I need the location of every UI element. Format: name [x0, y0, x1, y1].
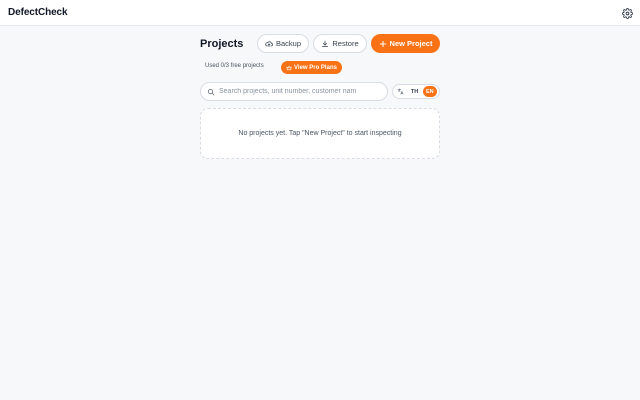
language-icon-wrap — [395, 86, 406, 97]
page-title: Projects — [200, 38, 244, 50]
new-project-button[interactable]: New Project — [371, 34, 440, 53]
cloud-upload-icon — [265, 40, 273, 47]
plus-icon — [379, 40, 386, 47]
restore-button[interactable]: Restore — [313, 34, 367, 53]
crown-icon — [286, 65, 292, 70]
view-pro-plans-button[interactable]: View Pro Plans — [281, 61, 342, 74]
language-option-th[interactable]: TH — [407, 86, 421, 97]
search-icon — [207, 88, 215, 95]
translate-icon — [397, 88, 404, 95]
gear-icon — [621, 7, 633, 19]
restore-button-label: Restore — [332, 39, 359, 48]
settings-button[interactable] — [620, 6, 634, 20]
language-option-en[interactable]: EN — [422, 86, 437, 97]
search-box[interactable] — [200, 82, 388, 101]
view-pro-plans-label: View Pro Plans — [294, 64, 337, 71]
download-icon — [322, 40, 329, 47]
empty-state-message: No projects yet. Tap "New Project" to st… — [238, 130, 402, 137]
new-project-button-label: New Project — [389, 39, 433, 48]
search-input[interactable] — [219, 88, 385, 95]
usage-row: Used 0/3 free projects View Pro Plans — [200, 61, 440, 74]
projects-panel: Projects Backup Restore New Project Used… — [200, 34, 440, 159]
language-toggle[interactable]: TH EN — [392, 84, 440, 99]
search-row: TH EN — [200, 82, 440, 101]
usage-text: Used 0/3 free projects — [205, 63, 264, 69]
projects-header: Projects Backup Restore New Project — [200, 34, 440, 53]
empty-state-card: No projects yet. Tap "New Project" to st… — [200, 108, 440, 159]
backup-button[interactable]: Backup — [257, 34, 309, 53]
top-app-bar: DefectCheck — [0, 0, 640, 26]
app-brand: DefectCheck — [8, 7, 68, 18]
backup-button-label: Backup — [275, 39, 302, 48]
